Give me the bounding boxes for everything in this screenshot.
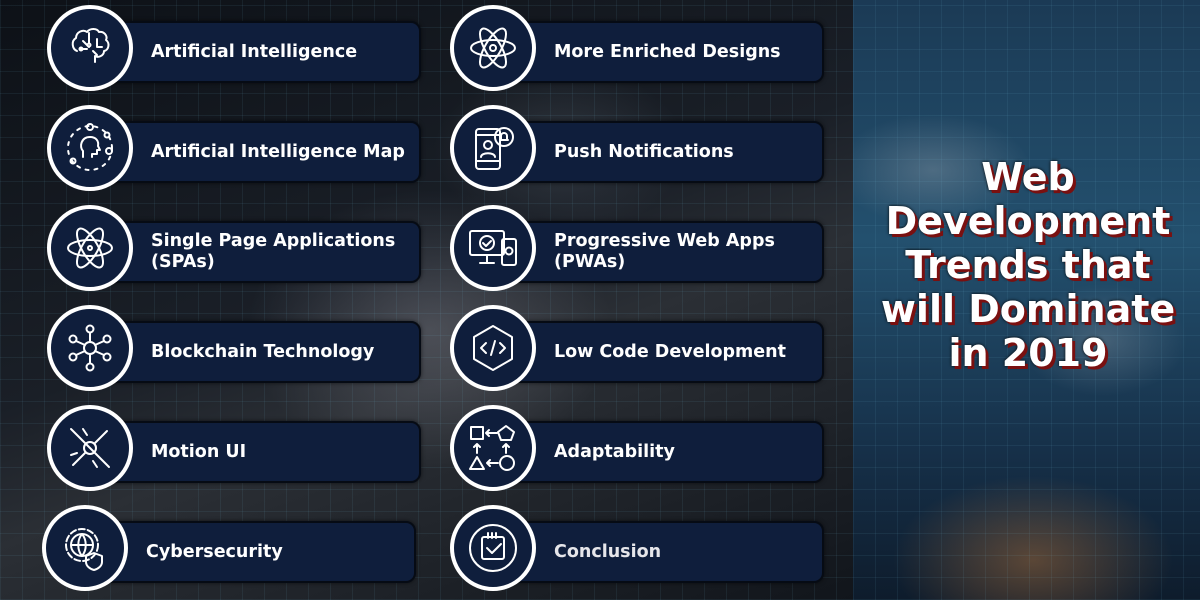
- trend-label: Artificial Intelligence Map: [151, 141, 405, 162]
- motion-target-icon: [47, 405, 133, 491]
- trend-card: Artificial Intelligence: [87, 21, 421, 83]
- devices-check-icon: [450, 205, 536, 291]
- trend-card: Progressive Web Apps (PWAs): [490, 221, 824, 283]
- trend-label: Artificial Intelligence: [151, 41, 358, 62]
- trend-label: Low Code Development: [554, 341, 786, 362]
- title-line: in 2019: [948, 331, 1108, 375]
- trend-card: Single Page Applications (SPAs): [87, 221, 421, 283]
- trend-label: Cybersecurity: [146, 541, 283, 562]
- trend-card: Motion UI: [87, 421, 421, 483]
- trend-card: Artificial Intelligence Map: [87, 121, 421, 183]
- trend-card: Adaptability: [490, 421, 824, 483]
- trend-label: Blockchain Technology: [151, 341, 375, 362]
- title-line: will Dominate: [880, 287, 1176, 331]
- trend-label: Progressive Web Apps (PWAs): [554, 231, 775, 272]
- title-line: Trends that: [905, 243, 1151, 287]
- code-hexagon-icon: [450, 305, 536, 391]
- trend-label: Push Notifications: [554, 141, 734, 162]
- trend-card: Conclusion: [490, 521, 824, 583]
- ai-head-map-icon: [47, 105, 133, 191]
- atom-icon: [450, 5, 536, 91]
- calendar-check-icon: [450, 505, 536, 591]
- background-left: [0, 0, 853, 600]
- phone-bell-icon: [450, 105, 536, 191]
- title-line: Web: [981, 155, 1075, 199]
- trend-label: More Enriched Designs: [554, 41, 781, 62]
- atom-orbit-icon: [47, 205, 133, 291]
- page-title: Web Development Trends that will Dominat…: [868, 155, 1188, 375]
- shapes-arrows-icon: [450, 405, 536, 491]
- brain-circuit-icon: [47, 5, 133, 91]
- trend-label: Adaptability: [554, 441, 675, 462]
- trend-label: Motion UI: [151, 441, 247, 462]
- blockchain-network-icon: [47, 305, 133, 391]
- trend-card: Push Notifications: [490, 121, 824, 183]
- title-line: Development: [885, 199, 1171, 243]
- globe-shield-gear-icon: [42, 505, 128, 591]
- trend-card: Low Code Development: [490, 321, 824, 383]
- trend-label: Conclusion: [554, 541, 662, 562]
- trend-card: Blockchain Technology: [87, 321, 421, 383]
- trend-label: Single Page Applications (SPAs): [151, 231, 396, 272]
- trend-card: Cybersecurity: [82, 521, 416, 583]
- trend-card: More Enriched Designs: [490, 21, 824, 83]
